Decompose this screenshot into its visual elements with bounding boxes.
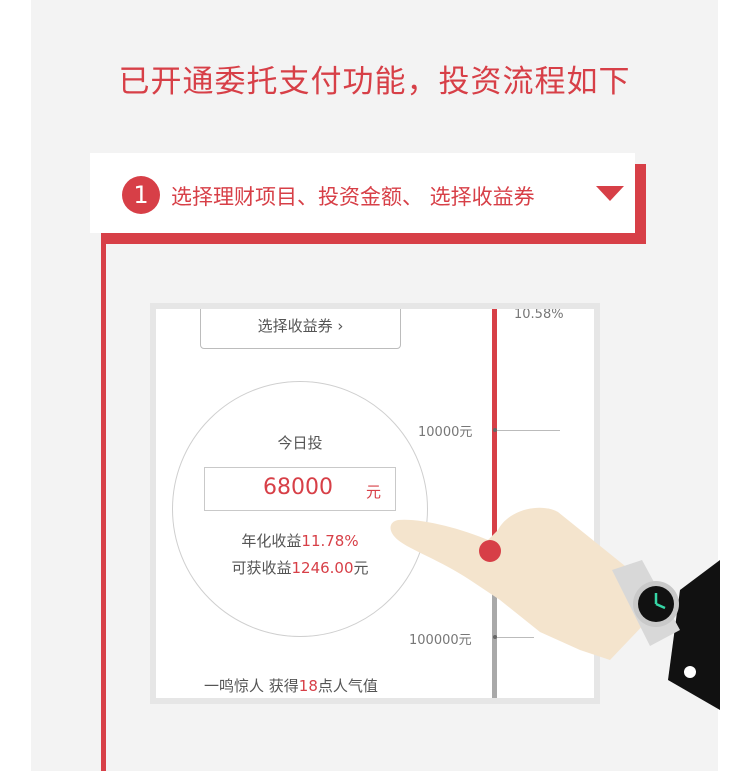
slider-label-10000: 10000元 — [418, 425, 473, 440]
popularity-suffix: 点人气值 — [317, 677, 378, 695]
expected-earnings-label: 可获收益 — [231, 559, 292, 577]
step-description: 选择理财项目、投资金额、 选择收益券 — [171, 185, 535, 209]
slider-tick-dot-10000 — [493, 428, 497, 432]
amount-input[interactable]: 68000 元 — [204, 467, 396, 511]
pointing-hand-icon — [390, 507, 720, 710]
select-coupon-button[interactable]: 选择收益券 › — [200, 309, 401, 349]
step-number-badge: 1 — [122, 176, 160, 214]
amount-value: 68000 — [263, 475, 333, 500]
popularity-number: 18 — [298, 677, 318, 695]
page-title: 已开通委托支付功能，投资流程如下 — [118, 64, 631, 100]
expected-earnings-value: 1246.00 — [291, 559, 354, 577]
annual-yield-value: 11.78% — [301, 532, 359, 550]
slider-tick-10000 — [494, 430, 560, 431]
expected-earnings-unit: 元 — [353, 559, 369, 577]
popularity-reward-text: 一鸣惊人 获得18点人气值 — [204, 675, 378, 696]
popularity-prefix: 一鸣惊人 获得 — [204, 677, 299, 695]
dropdown-triangle-icon[interactable] — [596, 186, 624, 201]
annual-yield-label: 年化收益 — [241, 532, 302, 550]
today-invest-label: 今日投 — [277, 434, 323, 452]
amount-unit: 元 — [366, 483, 382, 501]
timeline-line — [101, 233, 106, 771]
slider-label-rate: 10.58% — [514, 309, 564, 322]
wristwatch-icon — [633, 581, 679, 627]
